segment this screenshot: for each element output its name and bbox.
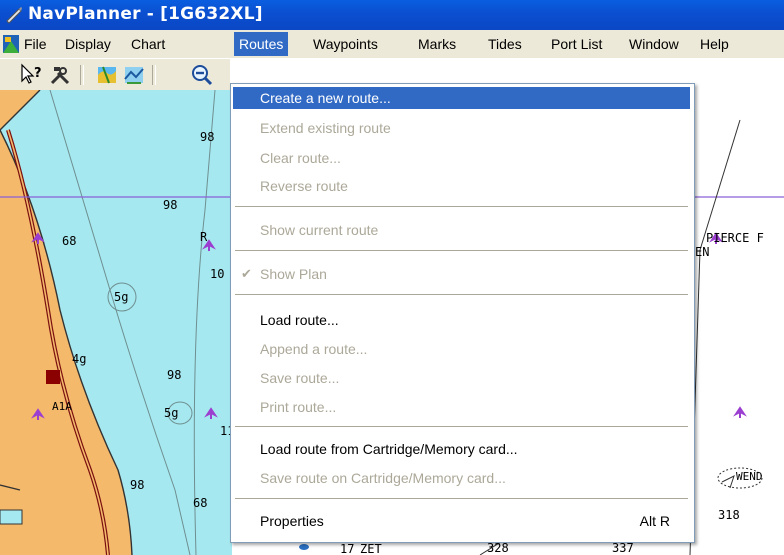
chart-select-icon[interactable] — [95, 63, 119, 87]
sounding: 98 — [130, 478, 145, 492]
sounding: 318 — [718, 508, 740, 522]
menu-item-properties[interactable]: Properties Alt R — [233, 510, 690, 532]
toolbar-separator — [80, 65, 84, 85]
sounding: 98 — [167, 368, 182, 382]
place-label: PIERCE F — [706, 231, 764, 245]
sounding: 68 — [193, 496, 208, 510]
sounding: 10 — [210, 267, 225, 281]
menu-waypoints[interactable]: Waypoints — [313, 35, 378, 55]
title-bar: NavPlanner - [1G632XL] — [0, 0, 784, 30]
menu-item-show-plan[interactable]: ✔ Show Plan — [233, 263, 690, 285]
sounding: 98 — [200, 130, 215, 144]
menu-item-print-route[interactable]: Print route... — [233, 396, 690, 418]
menu-item-load-route[interactable]: Load route... — [233, 309, 690, 331]
menu-item-extend-route[interactable]: Extend existing route — [233, 117, 690, 139]
sounding: 68 — [62, 234, 77, 248]
checkmark-icon: ✔ — [241, 266, 252, 281]
menu-item-save-on-card[interactable]: Save route on Cartridge/Memory card... — [233, 467, 690, 489]
menu-item-reverse-route[interactable]: Reverse route — [233, 175, 690, 197]
menu-window[interactable]: Window — [629, 35, 679, 55]
menu-separator — [235, 206, 688, 207]
help-pointer-icon[interactable]: ? — [20, 63, 44, 87]
road-label: A1A — [52, 400, 72, 413]
zoom-out-icon[interactable] — [190, 63, 214, 87]
app-icon — [5, 6, 23, 28]
menu-bar: File Display Chart Routes Waypoints Mark… — [0, 30, 784, 58]
place-label: EN — [695, 245, 710, 259]
routes-menu: Create a new route... Extend existing ro… — [230, 83, 695, 543]
toolbar-separator — [152, 65, 156, 85]
svg-text:?: ? — [34, 66, 42, 81]
menu-item-save-route[interactable]: Save route... — [233, 367, 690, 389]
menu-display[interactable]: Display — [65, 35, 111, 55]
sounding: 328 — [487, 541, 509, 555]
menu-separator — [235, 426, 688, 427]
menu-item-append-route[interactable]: Append a route... — [233, 338, 690, 360]
sounding: 98 — [163, 198, 178, 212]
menu-item-show-current-route[interactable]: Show current route — [233, 219, 690, 241]
menu-file[interactable]: File — [24, 35, 47, 55]
menu-port-list[interactable]: Port List — [551, 35, 602, 55]
document-icon[interactable] — [3, 35, 19, 57]
tools-icon[interactable] — [48, 63, 72, 87]
menu-separator — [235, 498, 688, 499]
menu-separator — [235, 294, 688, 295]
menu-item-clear-route[interactable]: Clear route... — [233, 147, 690, 169]
menu-item-load-from-card[interactable]: Load route from Cartridge/Memory card... — [233, 438, 690, 460]
sounding: 5g — [114, 290, 129, 304]
place-label: 17 — [340, 542, 355, 555]
place-label: WEND — [736, 470, 763, 483]
sounding: 5g — [164, 406, 179, 420]
menu-tides[interactable]: Tides — [488, 35, 522, 55]
menu-routes[interactable]: Routes — [234, 32, 289, 56]
window-title: NavPlanner - [1G632XL] — [28, 4, 263, 24]
place-label: ZET — [360, 542, 382, 555]
menu-chart[interactable]: Chart — [131, 35, 165, 55]
sounding: 4g — [72, 352, 87, 366]
menu-marks[interactable]: Marks — [418, 35, 456, 55]
sounding: 337 — [612, 541, 634, 555]
menu-item-create-route[interactable]: Create a new route... — [233, 87, 690, 109]
chart-plot-icon[interactable] — [122, 63, 146, 87]
menu-separator — [235, 250, 688, 251]
shortcut-label: Alt R — [639, 513, 670, 529]
toolbar: ? — [0, 58, 230, 91]
buoy-label: R — [200, 230, 208, 244]
menu-help[interactable]: Help — [700, 35, 729, 55]
